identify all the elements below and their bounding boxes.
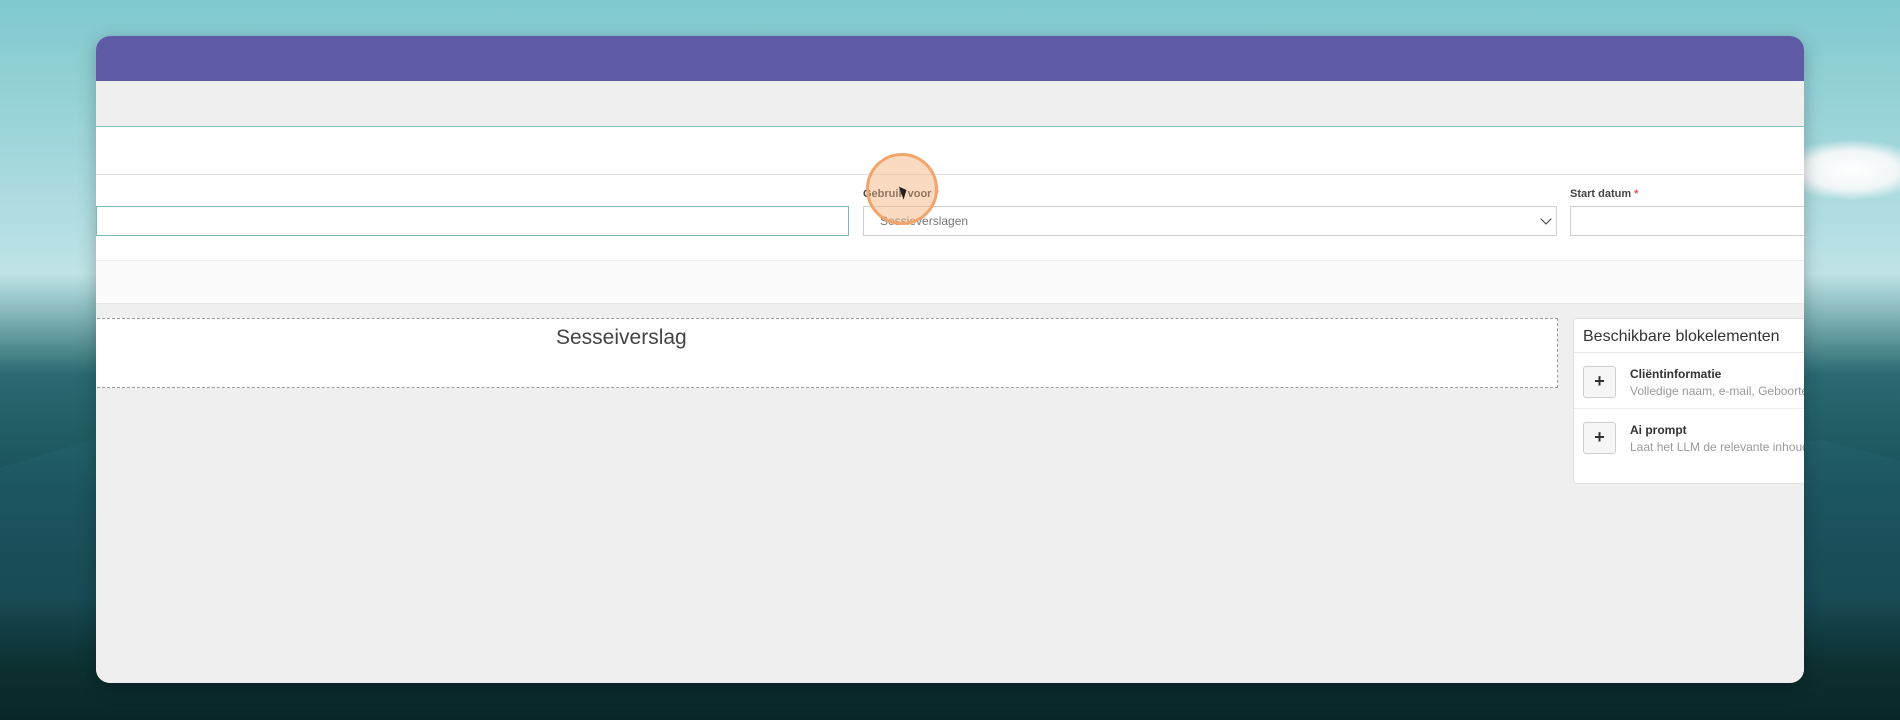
header-strip xyxy=(96,127,1804,175)
name-input[interactable] xyxy=(96,206,849,236)
palette-item-title: Ai prompt xyxy=(1630,423,1687,437)
form-footer-strip xyxy=(96,261,1804,304)
window-titlebar xyxy=(96,36,1804,81)
palette-item-title: Cliëntinformatie xyxy=(1630,367,1722,381)
section-title: Sesseiverslag xyxy=(556,326,687,349)
toolbar xyxy=(96,81,1804,127)
app-window: Sesseiverslag Beschikbare blokelementen … xyxy=(96,36,1804,683)
block-elements-panel: Beschikbare blokelementen + Cliëntinform… xyxy=(1573,318,1804,484)
palette-item-description: Volledige naam, e-mail, Geboortedatum xyxy=(1630,384,1804,398)
section-block[interactable] xyxy=(96,318,1558,388)
palette-item-description: Laat het LLM de relevante inhoud generer… xyxy=(1630,440,1804,454)
template-canvas: Sesseiverslag Beschikbare blokelementen … xyxy=(96,304,1804,683)
add-client-info-button[interactable]: + xyxy=(1583,366,1616,398)
palette-item-client-info[interactable]: + Cliëntinformatie Volledige naam, e-mai… xyxy=(1574,353,1804,409)
add-ai-prompt-button[interactable]: + xyxy=(1583,422,1616,454)
panel-title: Beschikbare blokelementen xyxy=(1574,319,1804,353)
palette-item-ai-prompt[interactable]: + Ai prompt Laat het LLM de relevante in… xyxy=(1574,409,1804,465)
